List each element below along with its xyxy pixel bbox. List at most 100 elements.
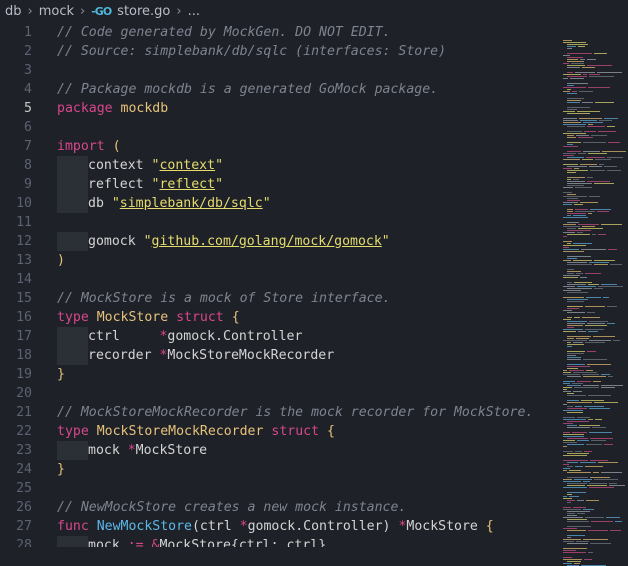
minimap-stroke [583,122,603,123]
minimap-stroke [580,202,598,203]
minimap-stroke [563,133,586,134]
code-line[interactable]: 10 db "simplebank/db/sqlc" [0,194,560,213]
minimap-stroke [563,470,567,471]
breadcrumb-item-symbols[interactable]: ... [188,4,200,19]
minimap-stroke [586,297,601,298]
minimap-stroke [577,417,590,418]
minimap-stroke [576,338,589,339]
minimap-stroke [567,89,571,90]
minimap-stroke [586,444,602,445]
minimap[interactable] [560,22,628,566]
code-token: mock [88,443,128,458]
code-line[interactable]: 19} [0,365,560,384]
code-line[interactable]: 4 // Package mockdb is a generated GoMock… [0,80,560,99]
breadcrumb-item-mock[interactable]: mock [39,4,74,19]
minimap-stroke [577,232,583,233]
chevron-right-icon: › [80,3,86,19]
minimap-stroke [585,273,601,274]
code-text: ctrl *gomock.Controller [57,327,302,346]
minimap-stroke [563,164,578,165]
minimap-stroke [583,142,606,143]
line-number: 25 [16,481,32,496]
minimap-stroke [567,535,585,536]
code-token: // Source: simplebank/db/sqlc (interface… [57,44,447,59]
code-text: type MockStore struct { [57,308,240,327]
code-line[interactable]: 26 // NewMockStore creates a new mock ins… [0,498,560,517]
code-token: "context" [151,158,224,173]
minimap-stroke [563,423,573,424]
minimap-stroke [567,179,571,180]
code-line[interactable]: 21 // MockStoreMockRecorder is the mock r… [0,403,560,422]
code-line[interactable]: 14 [0,270,560,289]
breadcrumb-item-file[interactable]: store.go [117,4,170,19]
minimap-stroke [607,306,617,307]
line-number: 3 [24,63,32,78]
code-line[interactable]: 28 mock := &MockStore{ctrl: ctrl} [0,536,560,547]
minimap-stroke [567,513,575,514]
code-line[interactable]: 17 ctrl *gomock.Controller [0,327,560,346]
minimap-stroke [563,118,577,119]
minimap-stroke [589,166,602,167]
code-line[interactable]: 2 // Source: simplebank/db/sqlc (interfac… [0,42,560,61]
minimap-stroke [578,153,586,154]
minimap-stroke [567,502,571,503]
minimap-stroke [567,181,585,182]
line-number: 9 [24,177,32,192]
minimap-stroke [578,331,586,332]
code-line[interactable]: 5 package mockdb [0,99,560,118]
minimap-stroke [567,211,573,212]
code-text: ) [57,251,65,270]
minimap-stroke [590,438,613,439]
code-line[interactable]: 24} [0,460,560,479]
minimap-stroke [601,387,615,388]
code-line[interactable]: 27 func NewMockStore(ctrl *gomock.Control… [0,517,560,536]
code-line[interactable]: 11 [0,213,560,232]
minimap-stroke [563,153,576,154]
code-line[interactable]: 6 [0,118,560,137]
code-line[interactable]: 13) [0,251,560,270]
minimap-stroke [588,419,593,420]
code-line[interactable]: 20 [0,384,560,403]
code-line[interactable]: 25 [0,479,560,498]
code-token: struct [176,310,232,325]
code-token: import [57,139,113,154]
line-number: 20 [16,386,32,401]
minimap-stroke [581,249,606,250]
code-token: db [88,196,112,211]
code-line[interactable]: 12 gomock "github.com/golang/mock/gomock" [0,232,560,251]
code-editor[interactable]: 1 // Code generated by MockGen. DO NOT ED… [0,22,560,547]
minimap-stroke [567,151,581,152]
code-line[interactable]: 8 context "context" [0,156,560,175]
minimap-stroke [567,530,586,531]
code-line[interactable]: 7 import ( [0,137,560,156]
minimap-stroke [569,496,579,497]
code-line[interactable]: 16 type MockStore struct { [0,308,560,327]
line-number: 10 [16,196,32,211]
minimap-stroke [587,312,595,313]
minimap-stroke [567,157,584,158]
code-token: "reflect" [151,177,224,192]
code-line[interactable]: 22 type MockStoreMockRecorder struct { [0,422,560,441]
minimap-stroke [573,260,592,261]
code-token: ctrl [88,329,160,344]
breadcrumb-item-db[interactable]: db [5,4,22,19]
code-token: mockdb [120,101,169,116]
minimap-stroke [563,260,571,261]
line-number: 28 [16,538,32,547]
code-line[interactable]: 23 mock *MockStore [0,441,560,460]
code-text: db "simplebank/db/sqlc" [57,194,271,213]
minimap-stroke [578,224,599,225]
minimap-stroke [567,500,575,501]
minimap-stroke [567,355,576,356]
code-line[interactable]: 9 reflect "reflect" [0,175,560,194]
minimap-stroke [563,245,586,246]
line-number: 22 [16,424,32,439]
code-token: struct [271,424,327,439]
code-line[interactable]: 1 // Code generated by MockGen. DO NOT ED… [0,23,560,42]
code-line[interactable]: 3 [0,61,560,80]
code-line[interactable]: 18 recorder *MockStoreMockRecorder [0,346,560,365]
code-line[interactable]: 15 // MockStore is a mock of Store interf… [0,289,560,308]
minimap-stroke [587,65,612,66]
minimap-stroke [563,517,583,518]
line-number: 23 [16,443,32,458]
